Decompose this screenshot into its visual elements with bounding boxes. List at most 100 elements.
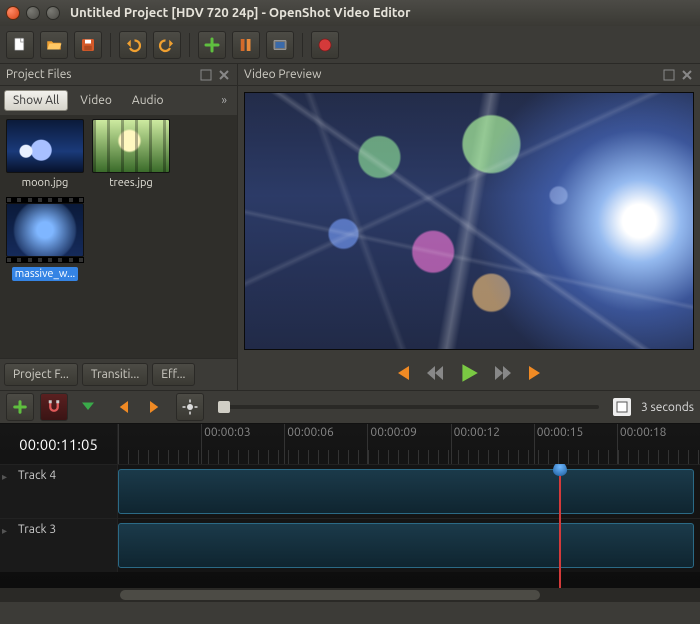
save-icon <box>79 36 97 54</box>
undo-icon <box>124 36 142 54</box>
filter-more-icon[interactable]: » <box>215 94 233 107</box>
window-minimize-icon[interactable] <box>26 6 40 20</box>
panels-row: Project Files Show All Video Audio » moo… <box>0 64 700 390</box>
video-preview-viewport[interactable] <box>244 92 694 350</box>
playhead[interactable] <box>559 464 561 588</box>
prev-marker-icon <box>113 398 131 416</box>
project-filter-row: Show All Video Audio » <box>0 86 237 115</box>
fullscreen-button[interactable] <box>266 31 294 59</box>
timeline-ruler-row: 00:00:11:05 00:00:03 00:00:06 00:00:09 0… <box>0 424 700 464</box>
save-project-button[interactable] <box>74 31 102 59</box>
new-project-button[interactable] <box>6 31 34 59</box>
thumbnail-image <box>6 203 84 257</box>
jump-end-button[interactable] <box>526 362 548 384</box>
panel-close-icon[interactable] <box>680 68 694 82</box>
track-header[interactable]: ▸Track 3 <box>0 519 118 572</box>
import-files-button[interactable] <box>198 31 226 59</box>
rewind-button[interactable] <box>424 362 446 384</box>
add-marker-button[interactable] <box>74 393 102 421</box>
timeline-track: ▸ Track 4 <box>0 464 700 518</box>
track-name: Track 4 <box>18 469 56 482</box>
toolbar-separator <box>302 33 303 57</box>
jump-start-button[interactable] <box>390 362 412 384</box>
playback-controls <box>238 356 700 390</box>
ruler-mark: 00:00:09 <box>370 426 417 439</box>
play-button[interactable] <box>458 362 480 384</box>
redo-icon <box>158 36 176 54</box>
project-file-item-selected[interactable]: massive_w... <box>6 197 84 281</box>
zoom-slider-knob[interactable] <box>218 401 230 413</box>
window-title: Untitled Project [HDV 720 24p] - OpenSho… <box>70 6 410 20</box>
scrollbar-thumb[interactable] <box>120 590 540 600</box>
undo-button[interactable] <box>119 31 147 59</box>
track-handle-icon[interactable]: ▸ <box>2 471 7 483</box>
window-close-icon[interactable] <box>6 6 20 20</box>
thumbnail-caption: trees.jpg <box>109 177 153 189</box>
thumbnail-image <box>92 119 170 173</box>
previous-marker-button[interactable] <box>108 393 136 421</box>
filter-video-button[interactable]: Video <box>72 91 120 110</box>
track-header[interactable]: ▸ Track 4 <box>0 465 118 518</box>
track-lane[interactable] <box>118 465 700 518</box>
snapping-toggle-button[interactable] <box>40 393 68 421</box>
zoom-badge-icon <box>613 398 631 416</box>
timeline-ruler[interactable]: 00:00:03 00:00:06 00:00:09 00:00:12 00:0… <box>118 424 700 464</box>
project-files-title: Project Files <box>6 68 72 81</box>
window-titlebar: Untitled Project [HDV 720 24p] - OpenSho… <box>0 0 700 26</box>
marker-down-icon <box>79 398 97 416</box>
project-files-panel: Project Files Show All Video Audio » moo… <box>0 64 238 390</box>
current-time-display: 00:00:11:05 <box>0 424 118 464</box>
record-icon <box>316 36 334 54</box>
toolbar-separator <box>189 33 190 57</box>
new-file-icon <box>11 36 29 54</box>
playhead-handle-icon[interactable] <box>553 464 567 476</box>
fast-forward-button[interactable] <box>492 362 514 384</box>
open-project-button[interactable] <box>40 31 68 59</box>
ruler-mark: 00:00:18 <box>620 426 667 439</box>
ruler-mark: 00:00:06 <box>287 426 334 439</box>
project-file-item[interactable]: moon.jpg <box>6 119 84 189</box>
plus-icon <box>203 36 221 54</box>
track-lane[interactable] <box>118 519 700 572</box>
magnet-icon <box>45 398 63 416</box>
zoom-slider[interactable] <box>218 405 599 409</box>
panel-undock-icon[interactable] <box>199 68 213 82</box>
tab-project-files[interactable]: Project F... <box>4 363 78 386</box>
zoom-readout: 3 seconds <box>641 401 694 414</box>
center-icon <box>181 398 199 416</box>
fullscreen-icon <box>271 36 289 54</box>
tab-effects[interactable]: Eff... <box>152 363 194 386</box>
timeline-toolbar: 3 seconds <box>0 390 700 424</box>
panel-close-icon[interactable] <box>217 68 231 82</box>
window-maximize-icon[interactable] <box>46 6 60 20</box>
add-track-button[interactable] <box>6 393 34 421</box>
plus-icon <box>11 398 29 416</box>
redo-button[interactable] <box>153 31 181 59</box>
filter-show-all-button[interactable]: Show All <box>4 90 68 111</box>
choose-profile-button[interactable] <box>232 31 260 59</box>
panel-undock-icon[interactable] <box>662 68 676 82</box>
next-marker-button[interactable] <box>142 393 170 421</box>
filter-audio-button[interactable]: Audio <box>124 91 172 110</box>
video-preview-panel: Video Preview <box>238 64 700 390</box>
filmstrip-icon <box>6 257 84 263</box>
preview-host <box>238 86 700 390</box>
timeline-clip[interactable] <box>118 523 694 568</box>
timeline-tracks: ▸ Track 4 ▸Track 3 <box>0 464 700 588</box>
timeline-panel: 00:00:11:05 00:00:03 00:00:06 00:00:09 0… <box>0 424 700 602</box>
project-files-header: Project Files <box>0 64 237 86</box>
project-files-grid: moon.jpg trees.jpg massive_w... <box>0 115 237 358</box>
tab-transitions[interactable]: Transiti... <box>82 363 148 386</box>
track-handle-icon[interactable]: ▸ <box>2 525 7 537</box>
video-preview-title: Video Preview <box>244 68 321 81</box>
ruler-mark: 00:00:15 <box>537 426 584 439</box>
timeline-horizontal-scrollbar[interactable] <box>0 588 700 602</box>
next-marker-icon <box>147 398 165 416</box>
video-preview-header: Video Preview <box>238 64 700 86</box>
project-file-item[interactable]: trees.jpg <box>92 119 170 189</box>
center-playhead-button[interactable] <box>176 393 204 421</box>
timeline-clip[interactable] <box>118 469 694 514</box>
export-video-button[interactable] <box>311 31 339 59</box>
thumbnail-caption: massive_w... <box>12 267 79 281</box>
profile-icon <box>237 36 255 54</box>
